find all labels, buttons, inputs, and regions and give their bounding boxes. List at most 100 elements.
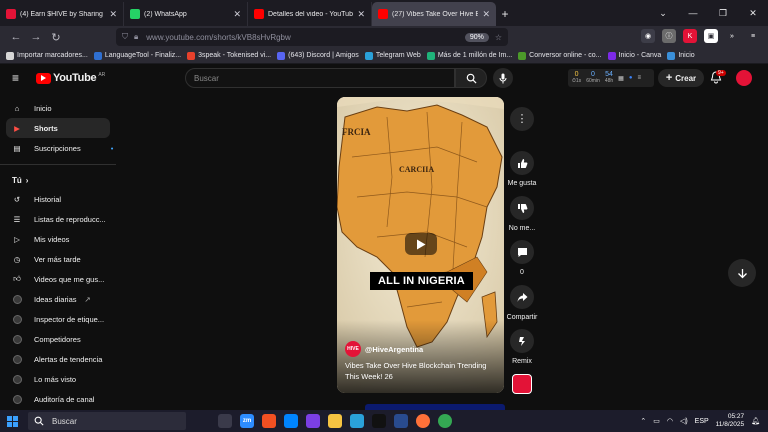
clock[interactable]: 05:27 11/8/2025	[716, 413, 744, 429]
search-button[interactable]	[455, 68, 487, 88]
taskbar-search[interactable]: Buscar	[28, 412, 186, 430]
play-button[interactable]	[405, 233, 437, 255]
dislike-action[interactable]: No me...	[508, 196, 536, 232]
sidebar-item-tool[interactable]: Competidores	[6, 329, 110, 349]
reload-icon[interactable]: ↻	[46, 31, 66, 44]
bookmark-item[interactable]: Importar marcadores...	[6, 51, 88, 60]
browser-tab[interactable]: (27) Vibes Take Over Hive Block✕	[372, 2, 496, 26]
maximize-button[interactable]: ❐	[708, 8, 738, 19]
sidebar-item-tool[interactable]: Alertas de tendencia	[6, 349, 110, 369]
capcut-icon[interactable]	[372, 414, 386, 428]
tab-close-icon[interactable]: ✕	[482, 9, 490, 20]
chrome-icon[interactable]	[438, 414, 452, 428]
microsoft-store-icon[interactable]	[262, 414, 276, 428]
sidebar-item-you[interactable]: ↺ Historial	[6, 189, 110, 209]
like-action[interactable]: Me gusta	[508, 151, 536, 187]
tab-close-icon[interactable]: ✕	[109, 9, 117, 20]
shield-icon[interactable]: ⛉	[122, 32, 128, 42]
channel-avatar[interactable]: HIVE	[345, 341, 361, 357]
more-options-action[interactable]: ⋮	[508, 107, 536, 131]
volume-icon[interactable]: ◁)	[680, 417, 688, 425]
language-indicator[interactable]: ESP	[695, 418, 709, 425]
youtube-logo[interactable]: YouTube AR	[36, 72, 105, 84]
sidebar-item-tool[interactable]: Inspector de etique...	[6, 309, 110, 329]
zoom-badge[interactable]: 90%	[464, 32, 489, 42]
sidebar-item-you[interactable]: 👍︎ Videos que me gus...	[6, 269, 110, 289]
bookmark-star-icon[interactable]: ☆	[495, 33, 502, 42]
bookmark-item[interactable]: Inicio	[667, 51, 695, 60]
url-bar[interactable]: ⛉ 🔒︎ www.youtube.com/shorts/kVB8sHvRgbw …	[116, 28, 508, 46]
next-short-button[interactable]	[728, 259, 756, 287]
sidebar-item-you[interactable]: ◷ Ver más tarde	[6, 249, 110, 269]
sidebar-you-heading[interactable]: Tú ›	[0, 171, 116, 189]
firefox-icon[interactable]	[416, 414, 430, 428]
forward-arrow-icon[interactable]: →	[26, 31, 46, 43]
sidebar-item-tool[interactable]: Lo más visto	[6, 369, 110, 389]
browser-tab[interactable]: (2) WhatsApp ✕	[124, 2, 248, 26]
like-button[interactable]	[510, 151, 534, 175]
wifi-icon[interactable]: ◠	[667, 417, 673, 425]
sidebar-item-tool[interactable]: Auditoría de canal	[6, 389, 110, 408]
share-button[interactable]	[510, 285, 534, 309]
sidebar-item-suscripciones[interactable]: ▤ Suscripciones •	[6, 138, 113, 158]
channel-name[interactable]: @HiveArgentina	[365, 345, 423, 354]
url-text[interactable]: www.youtube.com/shorts/kVB8sHvRgbw	[146, 33, 465, 42]
bookmark-item[interactable]: Más de 1 millón de Im...	[426, 51, 512, 60]
comments-button[interactable]	[510, 240, 534, 264]
tab-close-icon[interactable]: ✕	[357, 9, 365, 20]
comments-action[interactable]: 0	[508, 240, 536, 276]
network-icon[interactable]: ▭	[653, 417, 660, 425]
task-view-icon[interactable]	[218, 414, 232, 428]
sidebar-item-you[interactable]: ☰ Listas de reproducc...	[6, 209, 110, 229]
hive-keychain-icon[interactable]: K	[683, 29, 697, 43]
pocket-icon[interactable]: ◉	[641, 29, 655, 43]
telegram-icon[interactable]	[350, 414, 364, 428]
tab-close-icon[interactable]: ✕	[233, 9, 241, 20]
menu-hamburger-icon[interactable]: ≡	[746, 29, 760, 43]
hive-badge-icon[interactable]: ●	[629, 75, 633, 81]
share-action[interactable]: Compartir	[507, 285, 537, 321]
hive-extension-widget[interactable]: 0 ⏱1s 0 60min 54 48h ▦ ● ≡	[568, 69, 654, 87]
voice-search-button[interactable]	[493, 68, 513, 88]
messenger-icon[interactable]	[284, 414, 298, 428]
remix-button[interactable]	[510, 329, 534, 353]
hive-menu-icon[interactable]: ≡	[637, 75, 641, 81]
more-tools-chevron-icon[interactable]: »	[725, 29, 739, 43]
sidebar-item-shorts[interactable]: ▶ Shorts	[6, 118, 110, 138]
extension-square-icon[interactable]: ▣	[704, 29, 718, 43]
bookmark-item[interactable]: LanguageTool - Finaliz...	[93, 51, 181, 60]
lock-icon[interactable]: 🔒︎	[134, 32, 138, 42]
browser-tab[interactable]: (4) Earn $HIVE by Sharing Conte ✕	[0, 2, 124, 26]
video-title[interactable]: Vibes Take Over Hive Blockchain Trending…	[345, 360, 497, 382]
create-button[interactable]: + Crear	[658, 69, 704, 87]
dislike-button[interactable]	[510, 196, 534, 220]
bookmark-item[interactable]: 3speak - Tokenised vi...	[187, 51, 271, 60]
sidebar-item-you[interactable]: ▷ Mis videos	[6, 229, 110, 249]
audio-source-thumbnail[interactable]	[512, 374, 532, 394]
bookmark-item[interactable]: Conversor online - co...	[518, 51, 602, 60]
new-tab-plus-icon[interactable]: +	[496, 2, 514, 26]
menu-hamburger-icon[interactable]: ≡	[12, 72, 19, 84]
more-options-button[interactable]: ⋮	[510, 107, 534, 131]
back-arrow-icon[interactable]: ←	[6, 31, 26, 43]
browser-tab[interactable]: Detalles del video - YouTube Stu ✕	[248, 2, 372, 26]
file-explorer-icon[interactable]	[328, 414, 342, 428]
notification-bell-icon[interactable]: 🔔︎	[751, 417, 760, 425]
bookmark-item[interactable]: Telegram Web	[364, 51, 421, 60]
app-blue-icon[interactable]	[394, 414, 408, 428]
zoom-icon[interactable]: zm	[240, 414, 254, 428]
tab-list-chevron-icon[interactable]: ⌄	[648, 8, 678, 19]
bookmark-item[interactable]: Inicio - Canva	[607, 51, 661, 60]
close-window-button[interactable]: ✕	[738, 8, 768, 19]
app-purple-icon[interactable]	[306, 414, 320, 428]
bookmark-item[interactable]: (643) Discord | Amigos	[277, 51, 359, 60]
sidebar-item-tool[interactable]: Ideas diarias ↗	[6, 289, 110, 309]
remix-action[interactable]: Remix	[508, 329, 536, 365]
start-button[interactable]	[0, 415, 24, 427]
chevron-up-icon[interactable]: ⌃	[640, 417, 646, 425]
minimize-button[interactable]: —	[678, 8, 708, 18]
sidebar-item-inicio[interactable]: ⌂ Inicio	[6, 98, 110, 118]
account-avatar[interactable]	[736, 70, 752, 86]
extension-badge-icon[interactable]: ⓘ	[662, 29, 676, 43]
search-input[interactable]: Buscar	[185, 68, 455, 88]
